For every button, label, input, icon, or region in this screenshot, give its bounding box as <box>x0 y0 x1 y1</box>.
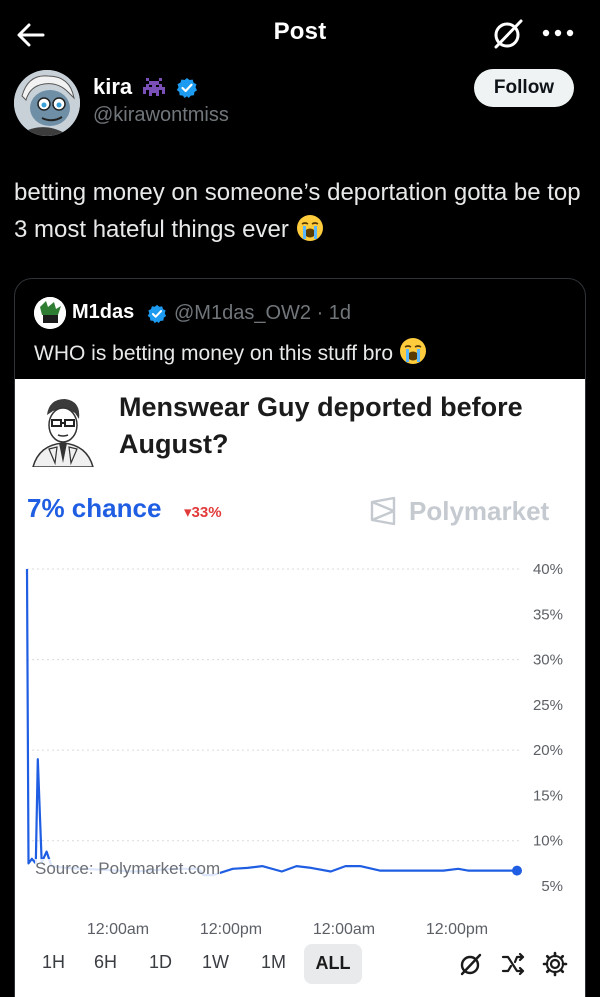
timeframe-1h[interactable]: 1H <box>42 952 65 973</box>
x-tick-label: 12:00pm <box>426 921 488 938</box>
y-tick-label: 20% <box>533 742 563 759</box>
top-nav-bar: Post <box>0 0 600 66</box>
quote-body: WHO is betting money on this stuff bro <box>34 342 394 365</box>
timeframe-all-label: ALL <box>315 953 351 973</box>
space-invader-icon <box>143 78 165 96</box>
y-tick-label: 40% <box>533 561 563 578</box>
x-tick-label: 12:00am <box>313 921 375 938</box>
crying-face-emoji-icon <box>296 215 323 241</box>
y-tick-label: 5% <box>541 878 563 895</box>
quote-author-name[interactable]: M1das <box>72 301 134 324</box>
quoted-post-card[interactable]: M1das @M1das_OW2 · 1d WHO is betting mon… <box>14 278 586 997</box>
timeframe-1m[interactable]: 1M <box>261 952 286 973</box>
timeframe-1d[interactable]: 1D <box>149 952 172 973</box>
grok-icon[interactable] <box>458 951 484 977</box>
y-tick-label: 30% <box>533 652 563 669</box>
follow-button[interactable]: Follow <box>474 69 574 107</box>
avatar[interactable] <box>14 70 80 136</box>
timeframe-all[interactable]: ALL <box>304 944 362 984</box>
source-caption: Source: Polymarket.com <box>35 859 221 879</box>
author-handle[interactable]: @kirawontmiss <box>93 104 229 127</box>
quote-avatar-image <box>34 297 66 329</box>
shuffle-icon[interactable] <box>500 951 526 977</box>
price-chart[interactable]: 40% 35% 30% 25% 20% 15% 10% 5% 12:00am 12:00pm 12:… <box>15 379 586 997</box>
quote-avatar[interactable] <box>34 297 66 329</box>
avatar-image <box>14 70 80 136</box>
polymarket-screenshot[interactable]: Menswear Guy deported before August? 7% … <box>15 379 586 997</box>
x-tick-label: 12:00pm <box>200 921 262 938</box>
y-tick-label: 25% <box>533 697 563 714</box>
quote-text: WHO is betting money on this stuff bro <box>34 337 427 366</box>
verified-badge-icon <box>176 78 197 98</box>
series-line <box>25 568 517 877</box>
timeframe-6h[interactable]: 6H <box>94 952 117 973</box>
timeframe-1w[interactable]: 1W <box>202 952 229 973</box>
settings-gear-icon[interactable] <box>542 951 568 977</box>
y-tick-label: 10% <box>533 833 563 850</box>
x-tick-label: 12:00am <box>87 921 149 938</box>
quote-verified-badge-icon <box>147 304 167 324</box>
author-name[interactable]: kira <box>93 74 132 100</box>
post-text: betting money on someone’s deportation g… <box>14 174 586 248</box>
current-value-dot <box>512 865 522 876</box>
y-tick-label: 35% <box>533 606 563 623</box>
grok-icon[interactable] <box>490 16 526 52</box>
y-tick-label: 15% <box>533 787 563 804</box>
timeframe-toolbar: 1H 6H 1D 1W 1M ALL <box>15 944 585 988</box>
crying-face-emoji-icon <box>399 338 426 364</box>
more-options-icon[interactable] <box>540 18 576 48</box>
quote-handle-and-time: @M1das_OW2 · 1d <box>174 302 352 324</box>
